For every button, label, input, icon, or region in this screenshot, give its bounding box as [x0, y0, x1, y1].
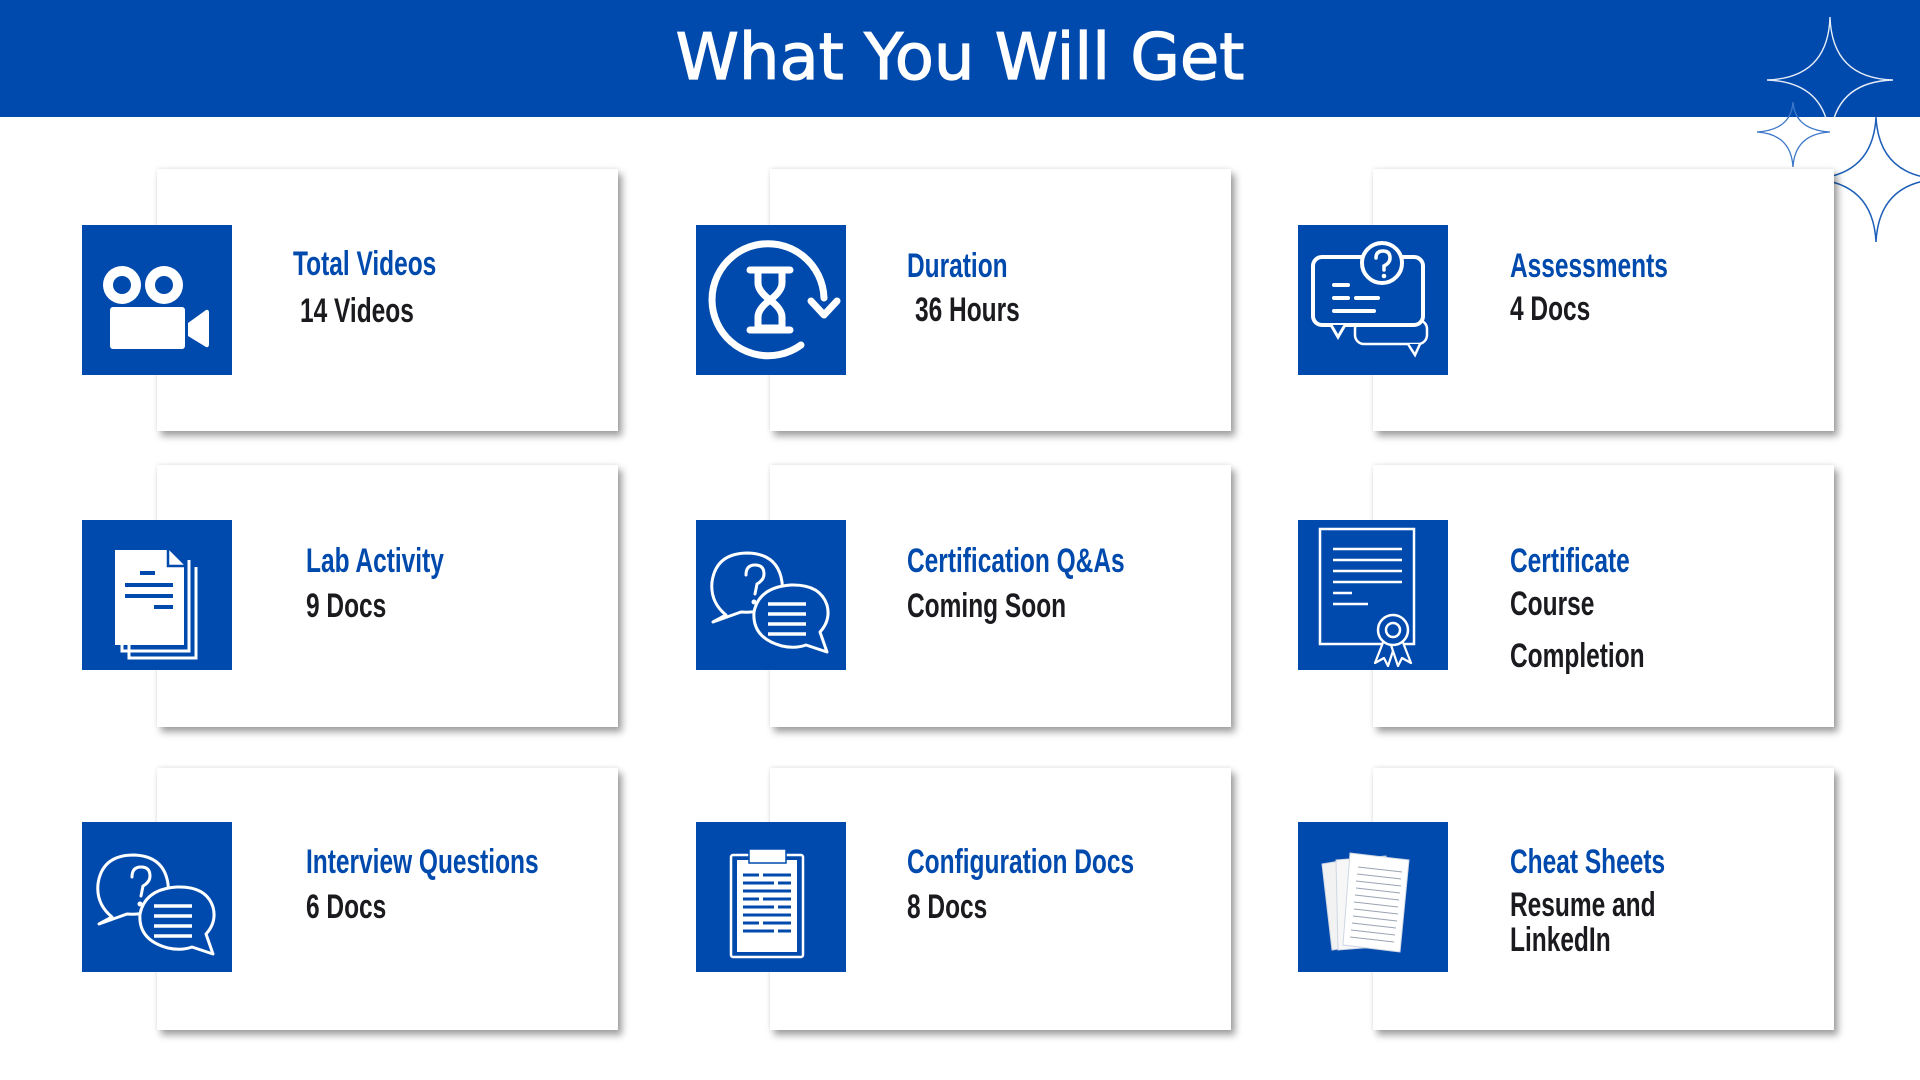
certificate-icon [1318, 527, 1416, 668]
card-value-line-2: LinkedIn [1510, 921, 1611, 959]
hourglass-refresh-icon [708, 240, 841, 360]
question-chat-icon [1311, 241, 1429, 358]
icon-tile [1298, 822, 1448, 972]
card-title: Assessments [1510, 247, 1668, 285]
page-title: What You Will Get [675, 20, 1245, 95]
qa-bubbles-icon [710, 551, 830, 654]
icon-tile [696, 822, 846, 972]
card-value: 4 Docs [1510, 290, 1591, 328]
icon-tile [82, 822, 232, 972]
card-title: Configuration Docs [907, 843, 1135, 881]
card-value-line-2: Completion [1510, 637, 1645, 675]
icon-tile [82, 520, 232, 670]
icon-tile [1298, 520, 1448, 670]
card-title: Certification Q&As [907, 542, 1125, 580]
icon-tile [1298, 225, 1448, 375]
card-value: Course [1510, 585, 1595, 623]
icon-tile [696, 225, 846, 375]
video-camera-icon [103, 266, 209, 349]
clipboard-icon [729, 848, 805, 959]
card-value: 36 Hours [915, 291, 1020, 329]
card-title: Total Videos [293, 245, 437, 283]
card-value: 8 Docs [907, 888, 988, 926]
card-value: 6 Docs [306, 888, 387, 926]
qa-bubbles-icon [96, 853, 216, 956]
documents-stack-icon [115, 550, 198, 660]
card-value: 9 Docs [306, 587, 387, 625]
header-banner: What You Will Get [0, 0, 1920, 117]
card-title: Cheat Sheets [1510, 843, 1666, 881]
card-title: Certificate [1510, 542, 1630, 580]
papers-icon [1321, 852, 1410, 953]
icon-tile [696, 520, 846, 670]
card-title: Duration [907, 247, 1008, 285]
card-value: Coming Soon [907, 587, 1067, 625]
card-title: Interview Questions [306, 843, 539, 881]
icon-tile [82, 225, 232, 375]
card-title: Lab Activity [306, 542, 444, 580]
card-value: Resume and [1510, 886, 1656, 924]
card-value: 14 Videos [300, 292, 414, 330]
